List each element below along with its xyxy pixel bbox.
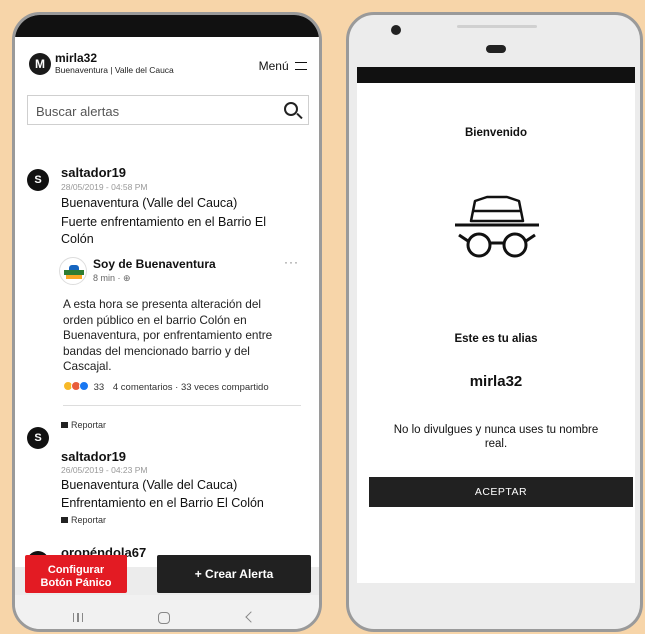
welcome-title: Bienvenido bbox=[465, 127, 527, 139]
welcome-screen: Bienvenido Este es tu alias mirla32 No l… bbox=[357, 83, 635, 583]
like-reaction-icon bbox=[79, 381, 89, 392]
alias-title: Este es tu alias bbox=[454, 333, 538, 345]
post-date: 26/05/2019 - 04:23 PM bbox=[61, 465, 148, 475]
status-bar bbox=[15, 15, 319, 37]
embedded-facebook-post[interactable]: Soy de Buenaventura 8 min · ⊕ ··· A esta… bbox=[59, 255, 305, 425]
home-icon[interactable] bbox=[158, 612, 170, 624]
post-avatar: S bbox=[27, 427, 49, 449]
alias-value: mirla32 bbox=[469, 373, 523, 390]
divider bbox=[63, 405, 301, 406]
embed-text-line: Buenaventura, por enfrentamiento entre bbox=[63, 328, 273, 342]
recent-apps-icon[interactable] bbox=[73, 613, 83, 622]
flag-icon bbox=[61, 516, 68, 523]
menu-button[interactable]: Menú bbox=[259, 59, 307, 73]
post-user[interactable]: saltador19 bbox=[61, 449, 126, 464]
search-icon[interactable] bbox=[284, 102, 298, 116]
incognito-hat-glasses-icon bbox=[455, 195, 539, 258]
report-label: Reportar bbox=[71, 420, 107, 430]
app-header: M mirla32 Buenaventura | Valle del Cauca… bbox=[15, 37, 319, 83]
speaker-grille bbox=[457, 25, 537, 28]
post-location: Buenaventura (Valle del Cauca) bbox=[61, 478, 238, 492]
embed-time: 8 min · ⊕ bbox=[93, 273, 131, 283]
right-phone: Bienvenido Este es tu alias mirla32 No l… bbox=[346, 12, 643, 632]
embed-text-line: A esta hora se presenta alteración del bbox=[63, 297, 262, 311]
comments-shares: 4 comentarios · 33 veces compartido bbox=[112, 382, 269, 393]
report-link[interactable]: Reportar bbox=[61, 420, 106, 430]
panic-button-setup[interactable]: Configurar Botón Pánico bbox=[25, 555, 127, 593]
create-alert-button[interactable]: + Crear Alerta bbox=[157, 555, 311, 593]
search-input[interactable] bbox=[36, 101, 266, 121]
user-location: Buenaventura | Valle del Cauca bbox=[55, 65, 174, 75]
report-label: Reportar bbox=[71, 515, 107, 525]
user-avatar: M bbox=[29, 53, 51, 75]
report-link[interactable]: Reportar bbox=[61, 515, 106, 525]
embed-text-line: orden público en el barrio Colón en bbox=[63, 312, 247, 327]
accept-button[interactable]: ACEPTAR bbox=[369, 477, 633, 507]
user-name: mirla32 bbox=[55, 51, 98, 65]
panic-button-line1: Configurar bbox=[47, 564, 105, 576]
embed-source: Soy de Buenaventura bbox=[93, 257, 216, 271]
post-date: 28/05/2019 - 04:58 PM bbox=[61, 182, 148, 192]
flag-icon bbox=[61, 421, 68, 428]
android-nav-bar bbox=[15, 595, 319, 629]
post-location: Buenaventura (Valle del Cauca) bbox=[61, 196, 238, 210]
menu-label: Menú bbox=[258, 59, 289, 73]
post-text-line: Colón bbox=[61, 232, 94, 246]
embed-text: A esta hora se presenta alteración del o… bbox=[63, 297, 303, 375]
hamburger-icon bbox=[295, 61, 307, 70]
page-logo bbox=[59, 257, 87, 285]
more-options-icon[interactable]: ··· bbox=[284, 255, 299, 269]
embed-text-line: bandas del mencionado barrio y del bbox=[63, 343, 250, 358]
post-text-line: Fuerte enfrentamiento en el Barrio El bbox=[61, 215, 266, 229]
status-bar bbox=[357, 67, 635, 83]
left-phone: M mirla32 Buenaventura | Valle del Cauca… bbox=[12, 12, 322, 632]
search-box bbox=[27, 95, 309, 125]
back-icon[interactable] bbox=[245, 611, 257, 623]
alias-note: No lo divulgues y nunca uses tu nombre r… bbox=[393, 424, 599, 450]
front-camera bbox=[391, 25, 401, 35]
panic-button-line2: Botón Pánico bbox=[40, 577, 112, 589]
reaction-count: 33 bbox=[93, 382, 105, 393]
embed-text-line: Cascajal. bbox=[63, 359, 112, 373]
post-text-line: Enfrentamiento en el Barrio El Colón bbox=[61, 496, 264, 510]
post-user[interactable]: saltador19 bbox=[61, 165, 126, 180]
post-avatar: S bbox=[27, 169, 49, 191]
embed-stats: 33 4 comentarios · 33 veces compartido bbox=[63, 381, 269, 393]
earpiece bbox=[486, 45, 506, 53]
alerts-screen: M mirla32 Buenaventura | Valle del Cauca… bbox=[15, 37, 319, 567]
